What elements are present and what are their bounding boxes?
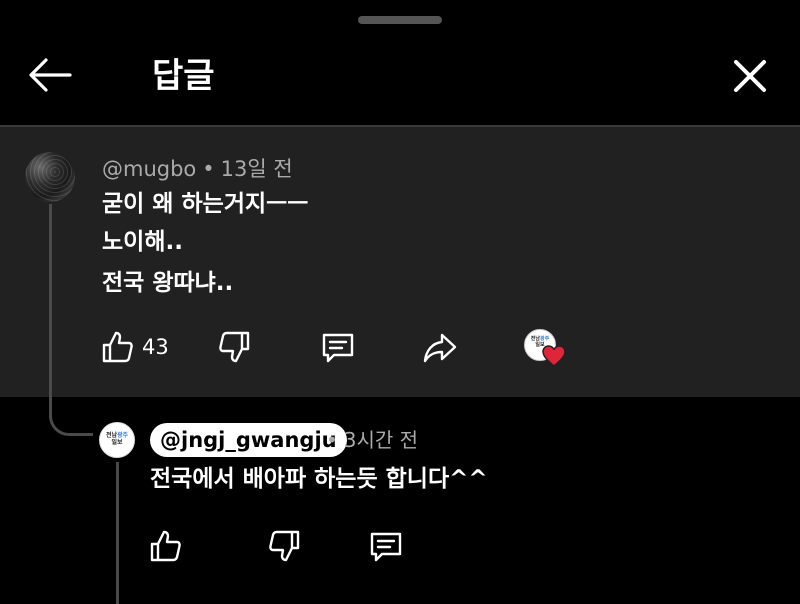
reply-time: 3시간 전 [343, 428, 419, 452]
comment-line-2: 노이해.. [102, 229, 183, 255]
meta-separator: • [326, 428, 338, 452]
reply-author-chip[interactable]: @jngj_gwangju [150, 423, 347, 457]
meta-separator: • [202, 157, 215, 181]
thumbs-up-icon [150, 530, 181, 562]
header: 답글 [0, 30, 800, 125]
comment-icon [322, 333, 354, 363]
back-arrow-icon[interactable] [26, 54, 74, 96]
close-icon[interactable] [728, 54, 772, 98]
thread-line [49, 204, 52, 418]
reply-meta: • 3시간 전 [326, 426, 418, 454]
parent-comment: @mugbo • 13일 전 굳이 왜 하는거지ㅡㅡ 노이해.. 전국 왕따냐.. … [0, 127, 800, 397]
comment-line-3: 전국 왕따냐.. [102, 270, 234, 296]
thread-connector [49, 400, 93, 436]
like-button[interactable]: 43 [100, 325, 169, 369]
comment-author[interactable]: @mugbo [102, 157, 196, 181]
comment-line-1: 굳이 왜 하는거지ㅡㅡ [102, 191, 309, 217]
thumbs-up-icon [102, 331, 133, 363]
creator-heart-badge: 전남광주 일보 [524, 329, 568, 373]
comment-meta: @mugbo • 13일 전 [102, 155, 293, 183]
like-button[interactable] [148, 524, 184, 568]
channel-logo: 전남광주 일보 [105, 432, 129, 446]
dislike-button[interactable] [216, 325, 252, 369]
page-title: 답글 [152, 56, 215, 96]
comment-icon [370, 532, 402, 562]
reply-button[interactable] [320, 325, 356, 369]
avatar[interactable] [25, 152, 75, 202]
reply-actions [0, 524, 800, 568]
share-icon [423, 333, 457, 363]
thumbs-down-icon [269, 530, 300, 562]
like-count: 43 [142, 335, 169, 359]
comment-actions: 43 전남광주 일보 [0, 325, 800, 369]
dislike-button[interactable] [266, 524, 302, 568]
share-button[interactable] [422, 325, 458, 369]
reply-text: 전국에서 배아파 하는듯 합니다^^ [150, 466, 488, 492]
heart-icon [542, 345, 566, 367]
reply-button[interactable] [368, 524, 404, 568]
thumbs-down-icon [219, 331, 250, 363]
comment-time: 13일 전 [220, 157, 293, 181]
drag-handle[interactable] [358, 16, 442, 24]
avatar[interactable]: 전남광주 일보 [99, 422, 135, 458]
